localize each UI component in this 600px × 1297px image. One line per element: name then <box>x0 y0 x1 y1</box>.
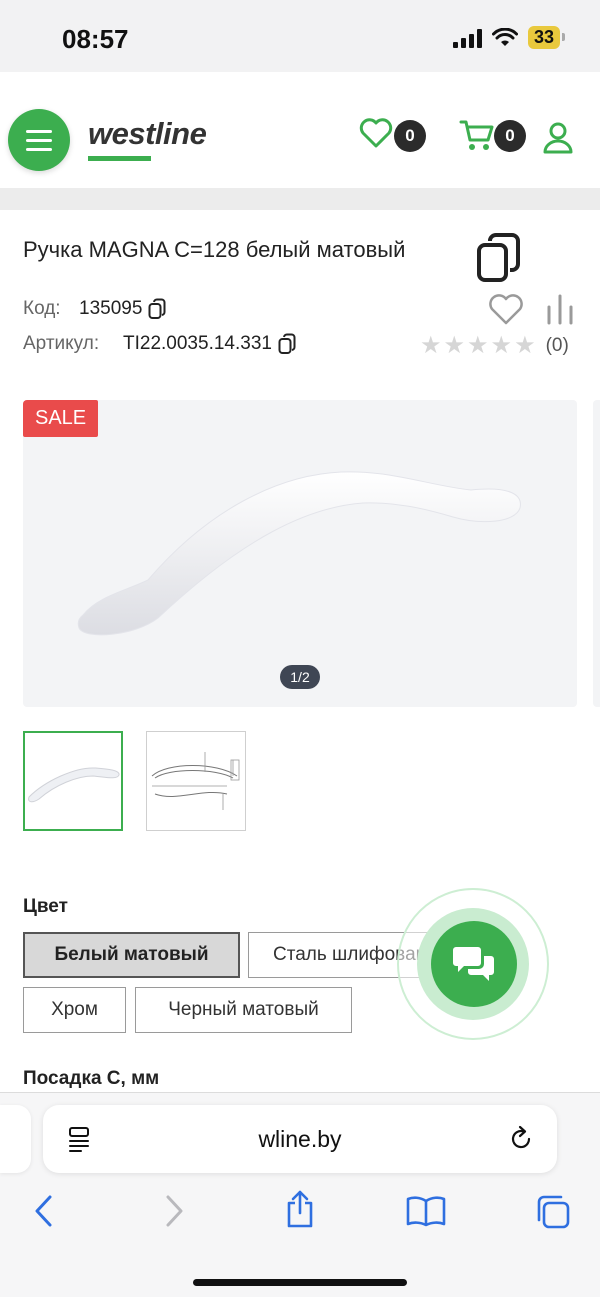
status-icons: 33 <box>452 26 566 49</box>
color-option-black-matte[interactable]: Черный матовый <box>135 987 352 1033</box>
code-value: 135095 <box>79 298 143 319</box>
reload-icon[interactable] <box>507 1125 535 1153</box>
product-title: Ручка MAGNA C=128 белый матовый <box>23 237 406 262</box>
menu-button[interactable] <box>8 109 70 171</box>
color-section-label: Цвет <box>23 896 68 917</box>
article-value-group: TI22.0035.14.331 <box>123 333 296 355</box>
bookmarks-icon[interactable] <box>406 1195 446 1227</box>
browser-toolbar: wline.by <box>0 1092 600 1297</box>
star-icon: ★ <box>443 332 466 359</box>
chat-button[interactable] <box>431 921 517 1007</box>
logo-underline <box>88 156 151 161</box>
copy-title-icon[interactable] <box>476 232 522 284</box>
user-profile-icon[interactable] <box>543 122 573 154</box>
image-counter: 1/2 <box>280 665 320 689</box>
article-label: Артикул: <box>23 333 100 354</box>
previous-tab-peek[interactable] <box>0 1105 31 1173</box>
cart-icon[interactable] <box>459 118 495 152</box>
next-gallery-slide <box>593 400 600 707</box>
thumbnail-product-image <box>28 767 120 803</box>
site-logo[interactable]: westline <box>88 116 207 152</box>
tabs-icon[interactable] <box>535 1194 571 1230</box>
wifi-icon <box>491 27 518 46</box>
article-value: TI22.0035.14.331 <box>123 333 272 354</box>
star-icon: ★ <box>514 332 536 359</box>
cellular-signal-icon <box>452 28 482 48</box>
url-text: wline.by <box>258 1126 342 1152</box>
favorites-heart-icon[interactable] <box>359 118 393 148</box>
star-icon: ★ <box>490 332 513 359</box>
share-icon[interactable] <box>284 1189 316 1229</box>
sale-badge: SALE <box>23 400 99 437</box>
product-image-gallery[interactable]: SALE 1/2 <box>23 400 577 707</box>
chat-bubbles-icon <box>453 947 494 981</box>
rating-stars[interactable]: ★ ★ ★ ★ ★ (0) <box>420 334 569 358</box>
color-option-white-matte[interactable]: Белый матовый <box>23 932 240 978</box>
compare-chart-icon[interactable] <box>546 293 574 325</box>
rating-count: (0) <box>545 335 569 356</box>
product-article-row: Артикул: TI22.0035.14.331 <box>23 333 296 355</box>
thumbnail-drawing-image <box>151 752 240 810</box>
cart-count-badge: 0 <box>494 120 526 152</box>
code-value-group: 135095 <box>79 298 166 320</box>
site-header: westline 0 0 <box>0 72 600 188</box>
forward-icon[interactable] <box>162 1193 186 1229</box>
back-icon[interactable] <box>32 1193 56 1229</box>
add-to-wishlist-heart-icon[interactable] <box>488 294 524 326</box>
star-icon: ★ <box>420 332 442 359</box>
battery-indicator: 33 <box>527 26 566 49</box>
address-bar[interactable]: wline.by <box>43 1105 557 1173</box>
copy-code-icon[interactable] <box>148 298 166 320</box>
color-option-chrome[interactable]: Хром <box>23 987 126 1033</box>
thumbnail-1[interactable] <box>23 731 123 831</box>
seat-section-label: Посадка С, мм <box>23 1068 160 1089</box>
home-indicator <box>193 1279 407 1286</box>
copy-article-icon[interactable] <box>278 333 296 355</box>
star-icon: ★ <box>467 332 489 359</box>
header-divider <box>0 188 600 210</box>
status-time: 08:57 <box>62 24 129 54</box>
thumbnail-2[interactable] <box>146 731 246 831</box>
product-image <box>77 471 521 636</box>
status-bar: 08:57 33 <box>0 0 600 72</box>
product-code-row: Код: 135095 <box>23 298 166 320</box>
code-label: Код: <box>23 298 61 319</box>
favorites-count-badge: 0 <box>394 120 426 152</box>
